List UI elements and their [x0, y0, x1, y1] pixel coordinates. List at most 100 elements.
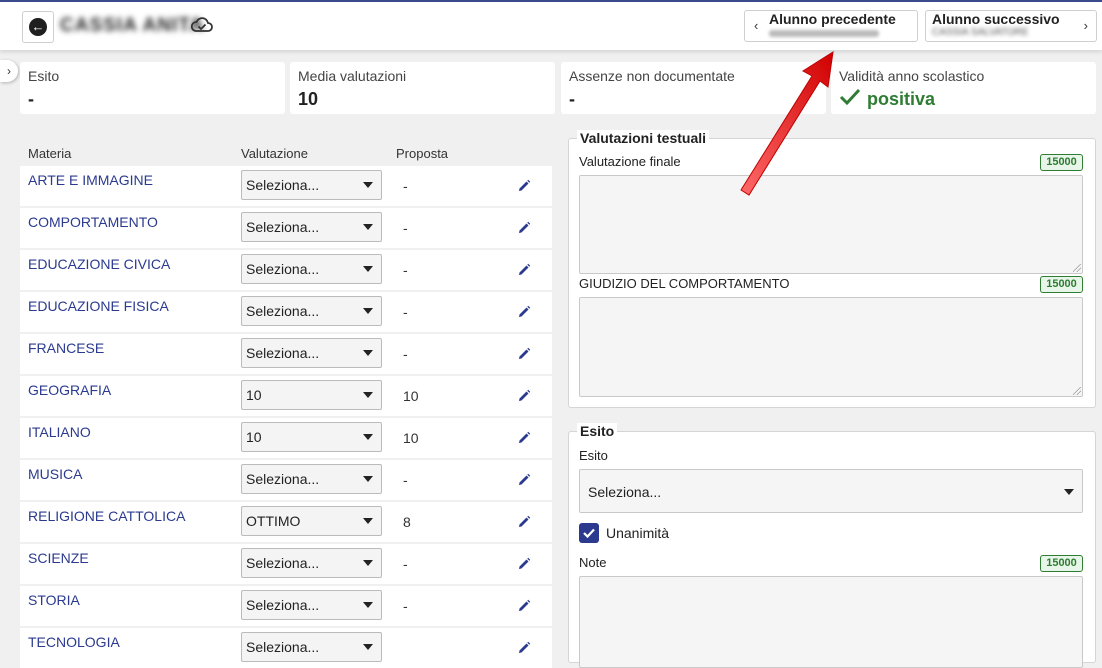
subject-link[interactable]: EDUCAZIONE CIVICA — [28, 256, 170, 272]
subject-link[interactable]: GEOGRAFIA — [28, 382, 111, 398]
proposal-value: - — [403, 472, 408, 488]
card-value: - — [28, 89, 34, 109]
student-name: CASSIA ANITA — [60, 15, 205, 36]
table-row: COMPORTAMENTO Seleziona... - — [20, 208, 552, 248]
proposal-value: - — [403, 178, 408, 194]
table-row: RELIGIONE CATTOLICA OTTIMO 8 — [20, 502, 552, 542]
esito-select[interactable]: Seleziona... — [579, 469, 1083, 513]
fieldset-legend: Esito — [577, 423, 618, 439]
sidebar-toggle-button[interactable]: › — [0, 60, 18, 82]
grade-select[interactable]: Seleziona... — [241, 254, 382, 284]
note-label: Note — [579, 555, 607, 570]
grade-select-value: Seleziona... — [246, 639, 320, 655]
grade-select-value: Seleziona... — [246, 597, 320, 613]
note-textarea[interactable] — [579, 576, 1083, 668]
summary-card-esito: Esito - — [20, 62, 285, 114]
pencil-icon[interactable] — [517, 431, 531, 445]
previous-student-name-redacted — [769, 30, 879, 37]
dropdown-caret-icon — [363, 224, 373, 230]
pencil-icon[interactable] — [517, 347, 531, 361]
grade-select[interactable]: OTTIMO — [241, 506, 382, 536]
pencil-icon[interactable] — [517, 641, 531, 655]
pencil-icon[interactable] — [517, 473, 531, 487]
proposal-value: - — [403, 598, 408, 614]
subject-link[interactable]: SCIENZE — [28, 550, 89, 566]
table-row: EDUCAZIONE FISICA Seleziona... - — [20, 292, 552, 332]
pencil-icon[interactable] — [517, 515, 531, 529]
summary-card-media: Media valutazioni 10 — [290, 62, 555, 114]
grade-select[interactable]: Seleziona... — [241, 632, 382, 662]
grade-select-value: Seleziona... — [246, 303, 320, 319]
dropdown-caret-icon — [363, 266, 373, 272]
grade-select-value: 10 — [246, 429, 262, 445]
pencil-icon[interactable] — [517, 263, 531, 277]
next-student-button[interactable]: Alunno successivo CASSIA SALVATORE › — [925, 10, 1097, 42]
subject-link[interactable]: STORIA — [28, 592, 80, 608]
summary-card-validita: Validità anno scolastico positiva — [831, 62, 1096, 114]
subject-link[interactable]: COMPORTAMENTO — [28, 214, 158, 230]
grade-select[interactable]: Seleziona... — [241, 548, 382, 578]
pencil-icon[interactable] — [517, 305, 531, 319]
dropdown-caret-icon — [363, 182, 373, 188]
subject-link[interactable]: EDUCAZIONE FISICA — [28, 298, 169, 314]
checkmark-icon — [583, 528, 595, 539]
grade-select[interactable]: 10 — [241, 422, 382, 452]
resize-handle-icon[interactable] — [1073, 387, 1081, 395]
dropdown-caret-icon — [363, 518, 373, 524]
esito-label: Esito — [579, 448, 608, 463]
subject-link[interactable]: TECNOLOGIA — [28, 634, 120, 650]
subject-link[interactable]: RELIGIONE CATTOLICA — [28, 508, 185, 524]
grade-select[interactable]: 10 — [241, 380, 382, 410]
giudizio-comportamento-textarea[interactable] — [579, 297, 1083, 397]
proposal-value: - — [403, 556, 408, 572]
previous-student-button[interactable]: ‹ Alunno precedente — [744, 10, 918, 42]
pencil-icon[interactable] — [517, 599, 531, 613]
char-limit-badge: 15000 — [1040, 555, 1083, 572]
table-row: MUSICA Seleziona... - — [20, 460, 552, 500]
dropdown-caret-icon — [363, 434, 373, 440]
column-header-proposta: Proposta — [396, 146, 449, 161]
giudizio-comportamento-label: GIUDIZIO DEL COMPORTAMENTO — [579, 276, 790, 291]
grade-select[interactable]: Seleziona... — [241, 170, 382, 200]
grade-select[interactable]: Seleziona... — [241, 296, 382, 326]
grade-select[interactable]: Seleziona... — [241, 590, 382, 620]
proposal-value: 8 — [403, 514, 411, 530]
table-row: FRANCESE Seleziona... - — [20, 334, 552, 374]
table-row: TECNOLOGIA Seleziona... — [20, 628, 552, 668]
table-row: SCIENZE Seleziona... - — [20, 544, 552, 584]
valutazione-finale-textarea[interactable] — [579, 175, 1083, 274]
subject-link[interactable]: ARTE E IMMAGINE — [28, 172, 153, 188]
column-header-valutazione: Valutazione — [241, 146, 308, 161]
chevron-left-icon: ‹ — [754, 18, 759, 33]
summary-card-assenze: Assenze non documentate - — [561, 62, 826, 114]
subject-link[interactable]: FRANCESE — [28, 340, 104, 356]
grade-select-value: 10 — [246, 387, 262, 403]
proposal-value: - — [403, 220, 408, 236]
pencil-icon[interactable] — [517, 179, 531, 193]
subject-link[interactable]: MUSICA — [28, 466, 82, 482]
previous-student-label: Alunno precedente — [769, 11, 896, 27]
grade-select[interactable]: Seleziona... — [241, 212, 382, 242]
back-button[interactable]: ← — [22, 11, 54, 43]
checkmark-icon — [839, 88, 861, 106]
subject-link[interactable]: ITALIANO — [28, 424, 91, 440]
dropdown-caret-icon — [363, 308, 373, 314]
grade-select-value: Seleziona... — [246, 177, 320, 193]
pencil-icon[interactable] — [517, 221, 531, 235]
table-row: STORIA Seleziona... - — [20, 586, 552, 626]
next-student-name: CASSIA SALVATORE — [932, 27, 1029, 38]
resize-handle-icon[interactable] — [1073, 264, 1081, 272]
card-label: Media valutazioni — [298, 68, 407, 84]
grade-select[interactable]: Seleziona... — [241, 338, 382, 368]
proposal-value: 10 — [403, 388, 419, 404]
unanimita-checkbox[interactable] — [579, 523, 599, 543]
grade-select[interactable]: Seleziona... — [241, 464, 382, 494]
dropdown-caret-icon — [363, 602, 373, 608]
cloud-check-icon — [191, 17, 213, 32]
dropdown-caret-icon — [363, 476, 373, 482]
grade-select-value: Seleziona... — [246, 345, 320, 361]
pencil-icon[interactable] — [517, 389, 531, 403]
proposal-value: 10 — [403, 430, 419, 446]
proposal-value: - — [403, 346, 408, 362]
pencil-icon[interactable] — [517, 557, 531, 571]
